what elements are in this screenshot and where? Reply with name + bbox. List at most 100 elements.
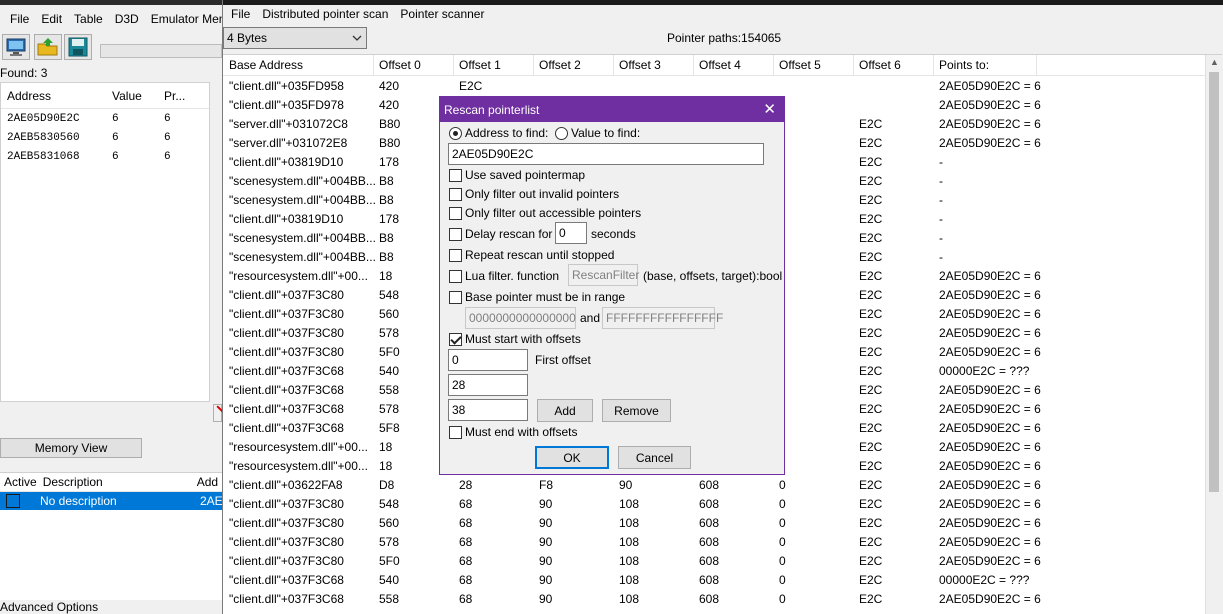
table-row[interactable]: "client.dll"+037F3C80 560 68 90 108 608 0 E2C 2A…	[223, 514, 1203, 533]
range-from-input[interactable]: 0000000000000000	[465, 307, 576, 329]
repeat-rescan-checkbox[interactable]	[449, 249, 462, 262]
remove-offset-button[interactable]: Remove	[602, 399, 671, 422]
cell-base-address: "resourcesystem.dll"+00...	[229, 269, 368, 283]
address-list-row[interactable]: No description 2AE	[0, 492, 222, 510]
column-previous[interactable]: Pr...	[158, 89, 208, 103]
vertical-scrollbar[interactable]: ▲	[1205, 55, 1222, 614]
close-icon[interactable]: ✕	[763, 100, 776, 118]
column-address[interactable]: Address	[1, 89, 106, 103]
found-row[interactable]: 2AEB5830560 6 6	[1, 128, 209, 147]
table-row[interactable]: "client.dll"+037F3C68 540 68 90 108 608 0 E2C 00…	[223, 571, 1203, 590]
select-process-button[interactable]	[2, 34, 30, 60]
menu-pointer-scanner[interactable]: Pointer scanner	[394, 7, 490, 21]
table-row[interactable]: "client.dll"+037F3C80 548 68 90 108 608 0 E2C 2A…	[223, 495, 1203, 514]
cell-base-address: "client.dll"+037F3C68	[229, 421, 344, 435]
column-separator[interactable]	[853, 55, 854, 76]
column-offset-6[interactable]: Offset 6	[859, 58, 901, 72]
column-separator[interactable]	[373, 55, 374, 76]
delay-rescan-checkbox[interactable]	[449, 228, 462, 241]
only-invalid-checkbox[interactable]	[449, 188, 462, 201]
menu-table[interactable]: Table	[68, 12, 109, 26]
column-offset-4[interactable]: Offset 4	[699, 58, 741, 72]
must-end-offsets-checkbox[interactable]	[449, 426, 462, 439]
cell-offset-4: 608	[699, 535, 720, 549]
cell-points-to: 2AE05D90E2C = 6	[939, 288, 1041, 302]
column-offset-1[interactable]: Offset 1	[459, 58, 501, 72]
column-separator[interactable]	[453, 55, 454, 76]
column-offset-0[interactable]: Offset 0	[379, 58, 421, 72]
found-row[interactable]: 2AEB5831068 6 6	[1, 147, 209, 166]
memory-view-button[interactable]: Memory View	[0, 438, 142, 458]
open-file-button[interactable]	[34, 34, 62, 60]
range-to-input[interactable]: FFFFFFFFFFFFFFFF	[602, 307, 723, 329]
cell-base-address: "server.dll"+031072E8	[229, 136, 348, 150]
cancel-button[interactable]: Cancel	[618, 446, 691, 469]
found-results-list[interactable]: Address Value Pr... 2AE05D90E2C 6 6 2AEB…	[0, 82, 210, 402]
lua-filter-checkbox[interactable]	[449, 270, 462, 283]
cell-offset-0: 420	[379, 79, 400, 93]
table-row[interactable]: "client.dll"+03622FA8 D8 28 F8 90 608 0 E2C 2AE0…	[223, 476, 1203, 495]
address-list[interactable]: Active Description Add No description 2A…	[0, 472, 222, 600]
column-description[interactable]: Description	[37, 475, 103, 489]
table-row[interactable]: "client.dll"+037F3C80 578 68 90 108 608 0 E2C 2A…	[223, 533, 1203, 552]
menu-distributed-pointer-scan[interactable]: Distributed pointer scan	[256, 7, 394, 21]
menu-emulator-memory[interactable]: Emulator Men	[145, 12, 222, 26]
found-value: 6	[112, 150, 119, 163]
column-base-address[interactable]: Base Address	[229, 58, 303, 72]
offset-input[interactable]: 28	[448, 374, 528, 396]
cell-base-address: "client.dll"+037F3C68	[229, 573, 344, 587]
value-type-select[interactable]: 4 Bytes	[223, 27, 367, 49]
advanced-options-link[interactable]: Advanced Options	[0, 600, 98, 614]
menu-d3d[interactable]: D3D	[109, 12, 145, 26]
scroll-up-icon[interactable]: ▲	[1210, 57, 1219, 67]
column-separator[interactable]	[693, 55, 694, 76]
menu-file[interactable]: File	[225, 7, 256, 21]
cell-offset-1: E2C	[459, 79, 483, 93]
column-offset-2[interactable]: Offset 2	[539, 58, 581, 72]
ok-button[interactable]: OK	[535, 446, 609, 469]
lua-function-input[interactable]: RescanFilter	[568, 264, 639, 286]
address-to-find-radio[interactable]	[449, 127, 462, 140]
table-row[interactable]: "client.dll"+035FD958 420 E2C 2AE05D90E2C =…	[223, 77, 1203, 96]
must-start-offsets-checkbox[interactable]	[449, 333, 462, 346]
table-row[interactable]: "client.dll"+037F3C80 5F0 68 90 108 608 0 E2C 2A…	[223, 552, 1203, 571]
column-active[interactable]: Active	[0, 475, 37, 489]
column-separator[interactable]	[613, 55, 614, 76]
cell-offset-0: 548	[379, 497, 400, 511]
value-type-text: 4 Bytes	[227, 31, 268, 45]
column-value[interactable]: Value	[106, 89, 158, 103]
clear-list-button[interactable]	[213, 404, 222, 422]
column-separator[interactable]	[773, 55, 774, 76]
cell-base-address: "client.dll"+037F3C80	[229, 288, 344, 302]
column-points-to[interactable]: Points to:	[939, 58, 989, 72]
value-to-find-radio[interactable]	[555, 127, 568, 140]
base-range-checkbox[interactable]	[449, 291, 462, 304]
offset-input[interactable]: 0	[448, 349, 528, 371]
column-offset-5[interactable]: Offset 5	[779, 58, 821, 72]
save-file-button[interactable]	[64, 34, 92, 60]
menu-edit[interactable]: Edit	[35, 12, 68, 26]
offset-input[interactable]: 38	[448, 399, 528, 421]
add-offset-button[interactable]: Add	[537, 399, 593, 422]
menu-file[interactable]: File	[4, 12, 35, 26]
rescan-pointerlist-dialog: Rescan pointerlist ✕ Address to find: Va…	[439, 96, 785, 475]
table-header: Base Address Offset 0 Offset 1 Offset 2 Offs…	[223, 55, 1222, 76]
only-accessible-checkbox[interactable]	[449, 207, 462, 220]
column-offset-3[interactable]: Offset 3	[619, 58, 661, 72]
cell-offset-4: 608	[699, 478, 720, 492]
scrollbar-thumb[interactable]	[1209, 72, 1219, 492]
use-saved-pointermap-checkbox[interactable]	[449, 169, 462, 182]
column-separator[interactable]	[533, 55, 534, 76]
cell-offset-2: 90	[539, 516, 553, 530]
table-row[interactable]: "client.dll"+037F3C68 558 68 90 108 608 0 E2C 2A…	[223, 590, 1203, 609]
active-checkbox[interactable]	[6, 494, 20, 508]
column-separator[interactable]	[1036, 55, 1037, 76]
column-separator[interactable]	[933, 55, 934, 76]
found-previous: 6	[164, 150, 171, 163]
delay-seconds-input[interactable]: 0	[555, 222, 587, 244]
address-input[interactable]: 2AE05D90E2C	[448, 143, 764, 165]
cell-offset-0: 578	[379, 326, 400, 340]
column-address[interactable]: Add	[103, 475, 218, 489]
found-row[interactable]: 2AE05D90E2C 6 6	[1, 109, 209, 128]
cell-base-address: "resourcesystem.dll"+00...	[229, 459, 368, 473]
